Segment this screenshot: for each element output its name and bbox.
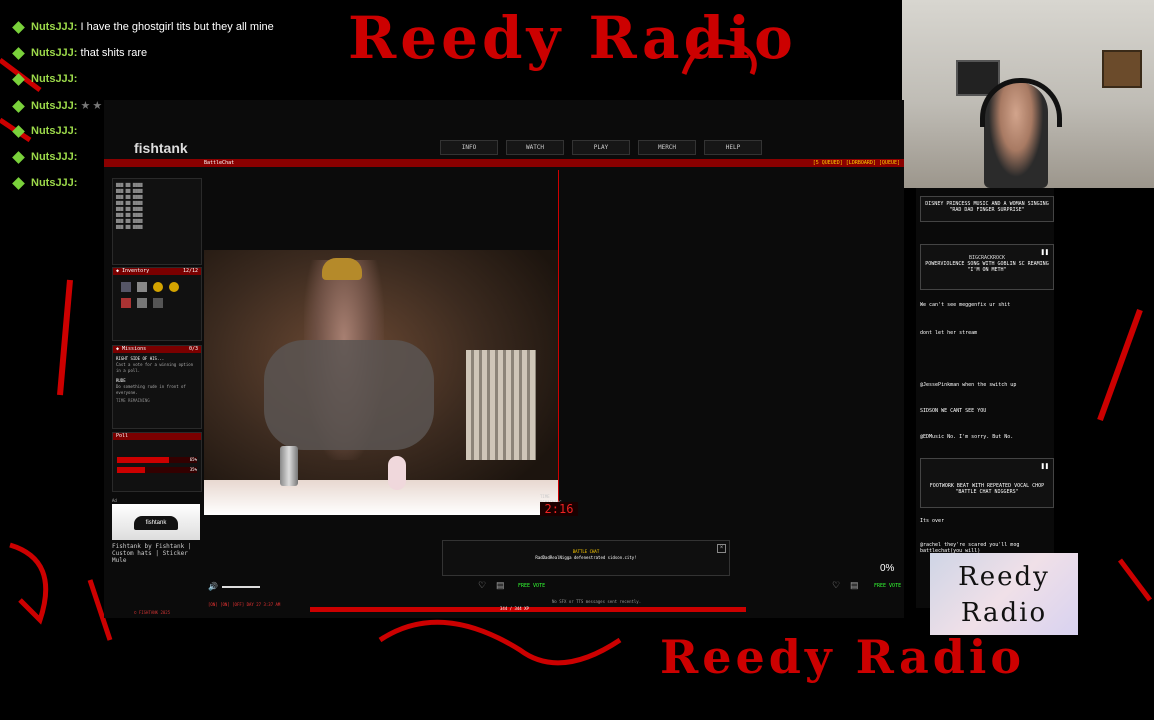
inventory-header: ◆ Inventory 12/12 [113, 268, 201, 275]
browser-window: fishtank INFO WATCH PLAY MERCH HELP Batt… [104, 100, 904, 618]
desk [204, 480, 558, 515]
nav-info[interactable]: INFO [440, 140, 498, 155]
chat-line: NutsJJJ: [12, 150, 77, 164]
volume-icon[interactable]: 🔊 [208, 582, 218, 591]
poll-yes-pct: 65% [189, 457, 197, 462]
status-line: No SFX or TTS messages sent recently. [552, 599, 642, 604]
chat-line: NutsJJJ: [12, 176, 77, 190]
pause-icon[interactable]: ❚❚ [1041, 463, 1049, 470]
inventory-item[interactable] [121, 298, 131, 308]
poll-option-yes[interactable]: 65% [117, 457, 197, 463]
inventory-item[interactable] [137, 298, 147, 308]
yellow-hat [322, 258, 362, 280]
heart-icon[interactable]: ♡ [478, 580, 486, 591]
diamond-icon [12, 72, 25, 86]
chat-line: NutsJJJ: I have the ghostgirl tits but t… [12, 20, 274, 34]
xp-text: 344 / 344 XP [500, 606, 529, 611]
mission-2[interactable]: RUDE [113, 374, 201, 384]
card-title: POWERVIOLENCE SONG WITH GOBLIN SC REAMIN… [925, 261, 1049, 273]
sfx-icon-right[interactable]: ▤ [850, 580, 859, 591]
mission-1-desc: Cast a vote for a winning option in a po… [116, 362, 194, 373]
radiator [466, 350, 536, 460]
free-vote-button[interactable]: FREE VOTE [518, 580, 545, 592]
poll-panel: Poll 65% 35% [112, 432, 202, 492]
diamond-icon [12, 46, 25, 60]
inventory-item[interactable] [121, 282, 131, 292]
poll-bar-no [117, 467, 145, 473]
chat-message: @EDMusic No. I'm sorry. But No. [920, 434, 1014, 440]
sfx-icon[interactable]: ▤ [496, 580, 505, 591]
leaderboard-rows: ▇▇▇ ▇▇ ▇▇▇▇ ▇▇▇ ▇▇ ▇▇▇▇ ▇▇▇ ▇▇ ▇▇▇▇ ▇▇▇ ▇▇ … [116, 182, 143, 229]
right-chat-panel: DISNEY PRINCESS MUSIC AND A WOMAN SINGIN… [916, 188, 1054, 608]
inventory-item[interactable] [153, 282, 163, 292]
poll-header: Poll [113, 433, 201, 440]
time-remaining-label: TIME REMAINING [116, 398, 150, 403]
battle-popup-message: RadDadRealNigga defenestrated sidson.cit… [535, 555, 637, 560]
heart-icon-right[interactable]: ♡ [832, 580, 840, 591]
ad-brand: fishtank [134, 516, 178, 530]
tts-card: FOOTWORK BEAT WITH REPEATED VOCAL CHOP "… [920, 458, 1054, 508]
pause-icon[interactable]: ❚❚ [1041, 249, 1049, 256]
ad-panel[interactable]: Ad fishtank Fishtank by Fishtank | Custo… [112, 498, 200, 578]
battle-chat-label[interactable]: BattleChat [204, 160, 234, 166]
nav-merch[interactable]: MERCH [638, 140, 696, 155]
chat-message: Its over [920, 518, 945, 524]
diamond-icon [12, 150, 25, 164]
poll-no-pct: 35% [189, 467, 197, 472]
chat-line: NutsJJJ: [12, 124, 77, 138]
ad-text[interactable]: Fishtank by Fishtank | Custom hats | Sti… [112, 543, 200, 564]
poll-option-no[interactable]: 35% [117, 467, 197, 473]
diamond-icon [12, 20, 25, 34]
battle-chat-popup: BATTLE CHAT RadDadRealNigga defenestrate… [442, 540, 730, 576]
ad-hat-image[interactable]: fishtank [112, 504, 200, 540]
reedy-radio-logo: Reedy Radio [930, 553, 1078, 635]
card-title: FOOTWORK BEAT WITH REPEATED VOCAL CHOP "… [929, 483, 1045, 495]
footer-copyright: © FISHTANK 2025 [134, 610, 171, 615]
chat-message: We can't see meggenfix ur shit [920, 302, 1011, 308]
xp-bar: 344 / 344 XP [310, 606, 746, 612]
missions-header: ◆ Missions 0/3 [113, 346, 201, 353]
tts-card: DISNEY PRINCESS MUSIC AND A WOMAN SINGIN… [920, 196, 1054, 222]
free-vote-button-right[interactable]: FREE VOTE [874, 580, 901, 592]
volume-slider[interactable] [222, 586, 260, 588]
nav-watch[interactable]: WATCH [506, 140, 564, 155]
battle-chat-bar: BattleChat [5 QUEUED] [LDRBOARD] [QUEUE] [104, 159, 904, 167]
beer-can [280, 446, 298, 486]
day-label: DAY 27 [246, 602, 262, 607]
stream-video[interactable]: TIME REMAINING 2:16 [204, 250, 578, 516]
diamond-icon [12, 176, 25, 190]
chat-line: NutsJJJ: [12, 72, 77, 86]
chat-message: @JessePinkman when the switch up [920, 382, 1017, 388]
inventory-item[interactable] [169, 282, 179, 292]
tts-card: BIGCRACKROCK POWERVIOLENCE SONG WITH GOB… [920, 244, 1054, 290]
percent-indicator: 0% [880, 563, 895, 574]
nav-play[interactable]: PLAY [572, 140, 630, 155]
mission-1[interactable]: RIGHT SIDE OF HIS... [113, 353, 201, 362]
chat-line: NutsJJJ: that shits rare [12, 46, 147, 60]
inventory-item[interactable] [137, 282, 147, 292]
diamond-icon [12, 99, 25, 113]
diamond-icon [12, 124, 25, 138]
missions-panel: ◆ Missions 0/3 RIGHT SIDE OF HIS... Cast… [112, 345, 202, 429]
queue-links[interactable]: [5 QUEUED] [LDRBOARD] [QUEUE] [813, 160, 900, 166]
lamp [388, 456, 406, 490]
toggle-labels: [ON] [ON] [OFF] DAY 27 3:37 AM [208, 602, 281, 607]
chat-message: dont let her stream [920, 330, 978, 336]
chat-message: SIDSON WE CANT SEE YOU [920, 408, 987, 414]
inventory-panel: ◆ Inventory 12/12 [112, 267, 202, 341]
countdown-timer: 2:16 [540, 502, 578, 516]
close-icon[interactable]: × [717, 544, 726, 553]
poll-bar-yes [117, 457, 169, 463]
mission-2-desc: Do something rude in front of everyone. [116, 384, 186, 395]
webcam-feed [902, 0, 1154, 188]
site-logo[interactable]: fishtank [134, 140, 188, 156]
leaderboard-panel: ▇▇▇ ▇▇ ▇▇▇▇ ▇▇▇ ▇▇ ▇▇▇▇ ▇▇▇ ▇▇ ▇▇▇▇ ▇▇▇ ▇▇ … [112, 178, 202, 265]
clock: 3:37 AM [263, 602, 281, 607]
blanket [264, 340, 434, 450]
logo-text: Reedy Radio [958, 562, 1050, 628]
inventory-item[interactable] [153, 298, 163, 308]
nav-help[interactable]: HELP [704, 140, 762, 155]
wall-picture [1102, 50, 1142, 88]
